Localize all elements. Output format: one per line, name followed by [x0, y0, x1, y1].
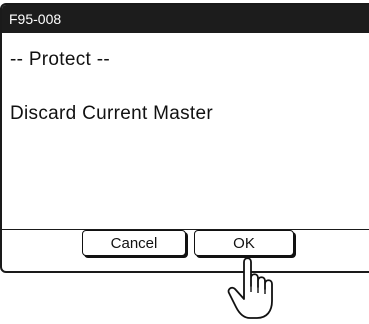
dialog-code: F95-008 [2, 5, 369, 33]
dialog-message: Discard Current Master [10, 103, 213, 124]
cancel-button[interactable]: Cancel [82, 230, 186, 256]
button-bar-divider [2, 229, 369, 230]
hand-pointer-icon [227, 257, 273, 319]
dialog-heading: -- Protect -- [10, 49, 110, 70]
ok-button[interactable]: OK [194, 230, 294, 256]
